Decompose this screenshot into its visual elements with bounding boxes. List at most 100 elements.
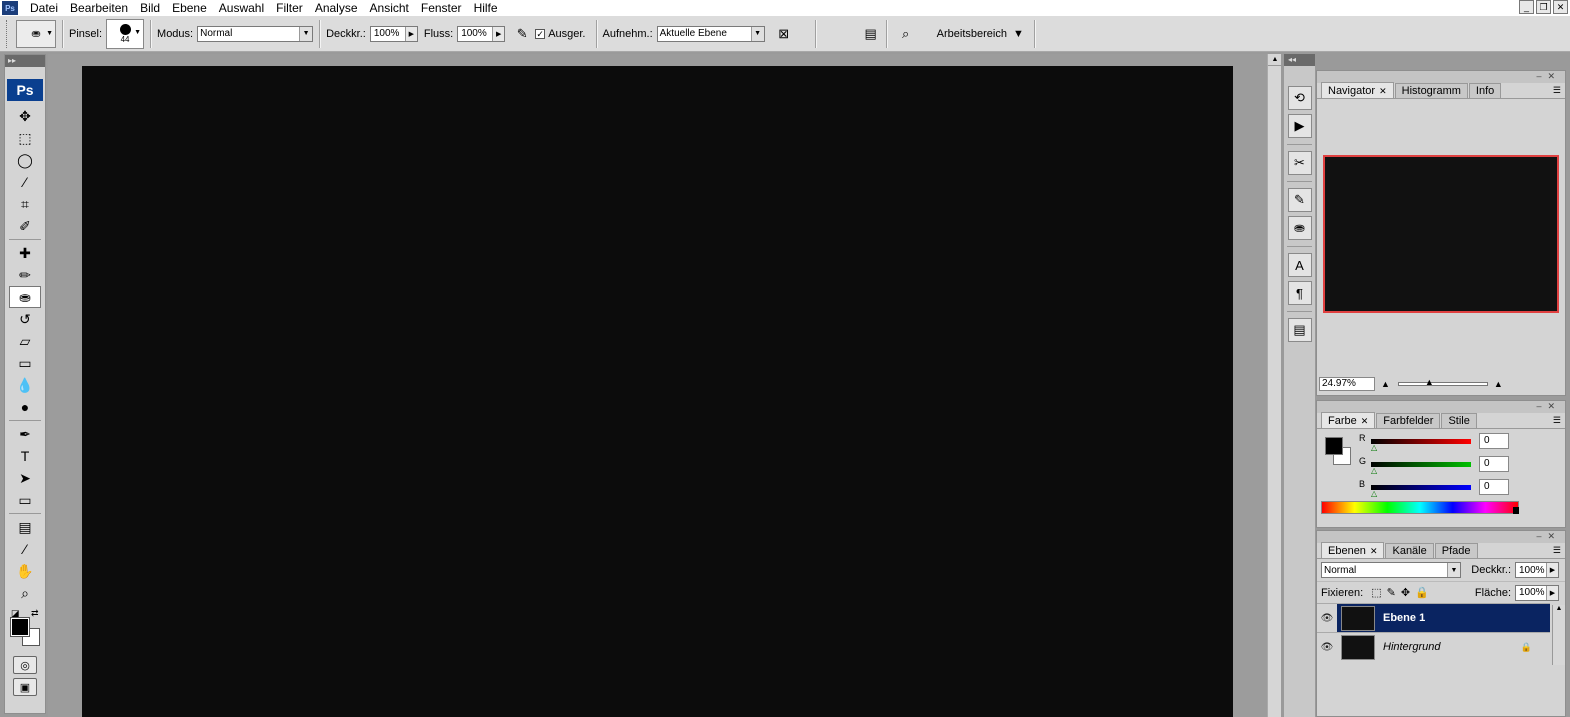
black-white-swatch[interactable] — [1513, 507, 1519, 514]
flow-field[interactable]: 100% ▶ — [457, 25, 506, 42]
paragraph-panel-icon[interactable]: ¶ — [1287, 281, 1312, 305]
dock-header[interactable]: ◂◂ — [1284, 54, 1315, 66]
slider-marker-icon[interactable]: △ — [1371, 489, 1377, 498]
green-input[interactable]: 0 — [1479, 456, 1509, 472]
screen-mode-icon[interactable]: ▣ — [13, 678, 37, 696]
tab-info[interactable]: Info — [1468, 83, 1502, 98]
panel-menu-icon[interactable]: ☰ — [1553, 545, 1561, 556]
red-input[interactable]: 0 — [1479, 433, 1509, 449]
opacity-stepper-icon[interactable]: ▶ — [404, 26, 417, 41]
type-tool-icon[interactable]: T — [9, 445, 41, 467]
panel-minimize-close-icon[interactable]: –✕ — [1536, 401, 1561, 412]
tab-pfade[interactable]: Pfade — [1434, 543, 1478, 558]
slice-tool-icon[interactable]: ✐ — [9, 215, 41, 237]
lock-transparency-icon[interactable]: ⬚ — [1371, 586, 1381, 599]
menu-datei[interactable]: Datei — [24, 1, 64, 15]
eyedropper-tool-icon[interactable]: ⁄ — [9, 538, 41, 560]
zoom-slider[interactable]: ▲ — [1397, 377, 1488, 387]
brush-picker[interactable]: 44 ▼ — [106, 18, 145, 49]
sample-select[interactable]: Aktuelle Ebene ▼ — [656, 25, 765, 42]
lock-position-icon[interactable]: ✥ — [1401, 586, 1410, 599]
crop-tool-icon[interactable]: ⌗ — [9, 193, 41, 215]
color-spectrum[interactable] — [1321, 501, 1519, 514]
notes-tool-icon[interactable]: ▤ — [9, 516, 41, 538]
tab-histogramm[interactable]: Histogramm — [1394, 83, 1468, 98]
menu-fenster[interactable]: Fenster — [415, 1, 468, 15]
quick-mask-icon[interactable]: ◎ — [13, 656, 37, 674]
menu-ebene[interactable]: Ebene — [166, 1, 213, 15]
aligned-checkbox[interactable]: ✓ — [535, 28, 546, 39]
zoom-tool-icon[interactable]: ⌕ — [9, 582, 41, 604]
menu-bearbeiten[interactable]: Bearbeiten — [64, 1, 134, 15]
scroll-up-icon[interactable]: ▲ — [1268, 54, 1282, 66]
flow-stepper-icon[interactable]: ▶ — [492, 26, 505, 41]
brush-tool-icon[interactable]: ✏ — [9, 264, 41, 286]
move-tool-icon[interactable]: ✥ — [9, 105, 41, 127]
slider-marker-icon[interactable]: △ — [1371, 443, 1377, 452]
restore-button[interactable]: ❐ — [1536, 0, 1551, 14]
marquee-tool-icon[interactable]: ⬚ — [9, 127, 41, 149]
lasso-tool-icon[interactable]: ◯ — [9, 149, 41, 171]
menu-filter[interactable]: Filter — [270, 1, 309, 15]
brushes-panel-icon[interactable]: ✎ — [1287, 188, 1312, 212]
tab-navigator[interactable]: Navigator ✕ — [1321, 82, 1394, 98]
tab-farbfelder[interactable]: Farbfelder — [1376, 413, 1441, 428]
photoshop-logo-icon[interactable]: Ps — [2, 1, 18, 15]
close-icon[interactable]: ✕ — [1361, 414, 1369, 428]
visibility-eye-icon[interactable]: 👁 — [1317, 642, 1337, 653]
zoom-out-icon[interactable]: ▲ — [1381, 379, 1390, 389]
path-selection-tool-icon[interactable]: ➤ — [9, 467, 41, 489]
blue-slider[interactable] — [1371, 485, 1471, 490]
menu-analyse[interactable]: Analyse — [309, 1, 364, 15]
close-icon[interactable]: ✕ — [1379, 84, 1387, 98]
vertical-scrollbar[interactable]: ▲ — [1267, 54, 1282, 717]
layers-scrollbar[interactable]: ▲ — [1552, 605, 1565, 665]
layer-opacity-field[interactable]: 100% ▶ — [1515, 562, 1559, 578]
lock-image-icon[interactable]: ✎ — [1387, 586, 1396, 599]
clone-source-panel-icon[interactable]: ⛂ — [1287, 216, 1312, 240]
magic-wand-tool-icon[interactable]: ⁄ — [9, 171, 41, 193]
healing-brush-tool-icon[interactable]: ✚ — [9, 242, 41, 264]
menu-bild[interactable]: Bild — [134, 1, 166, 15]
opacity-field[interactable]: 100% ▶ — [369, 25, 418, 42]
green-slider[interactable] — [1371, 462, 1471, 467]
lock-all-icon[interactable]: 🔒 — [1415, 586, 1429, 599]
layer-row[interactable]: 👁 Hintergrund 🔒 — [1317, 632, 1550, 661]
tool-preset-picker[interactable]: ⛂ ▼ — [16, 19, 56, 48]
blur-tool-icon[interactable]: 💧 — [9, 374, 41, 396]
swap-colors-icon[interactable]: ⇄ — [31, 608, 39, 619]
zoom-in-icon[interactable]: ▲ — [1494, 379, 1503, 389]
blue-input[interactable]: 0 — [1479, 479, 1509, 495]
eraser-tool-icon[interactable]: ▱ — [9, 330, 41, 352]
toolbox-header[interactable]: ▸▸ — [5, 55, 45, 67]
airbrush-icon[interactable]: ✎ — [513, 25, 531, 43]
document-canvas[interactable] — [82, 66, 1233, 717]
rectangle-tool-icon[interactable]: ▭ — [9, 489, 41, 511]
menu-auswahl[interactable]: Auswahl — [213, 1, 270, 15]
blend-mode-select[interactable]: Normal ▼ — [1321, 562, 1461, 578]
palette-well-icon[interactable]: ▤ — [862, 25, 880, 43]
tab-stile[interactable]: Stile — [1441, 413, 1477, 428]
photoshop-badge[interactable]: Ps — [7, 79, 43, 101]
foreground-color-swatch[interactable] — [10, 617, 30, 637]
character-panel-icon[interactable]: A — [1287, 253, 1312, 277]
panel-minimize-close-icon[interactable]: –✕ — [1536, 531, 1561, 542]
minimize-button[interactable]: _ — [1519, 0, 1534, 14]
red-slider[interactable] — [1371, 439, 1471, 444]
panel-menu-icon[interactable]: ☰ — [1553, 85, 1561, 96]
fill-field[interactable]: 100% ▶ — [1515, 584, 1559, 601]
history-brush-tool-icon[interactable]: ↺ — [9, 308, 41, 330]
close-icon[interactable]: ✕ — [1370, 544, 1378, 558]
zoom-input[interactable]: 24.97% — [1319, 377, 1375, 391]
navigator-preview[interactable] — [1323, 155, 1559, 313]
slider-marker-icon[interactable]: △ — [1371, 466, 1377, 475]
workspace-menu[interactable]: Arbeitsbereich ▼ — [937, 28, 1024, 40]
tab-farbe[interactable]: Farbe ✕ — [1321, 412, 1376, 428]
tab-ebenen[interactable]: Ebenen ✕ — [1321, 542, 1385, 558]
actions-panel-icon[interactable]: ▶ — [1287, 114, 1312, 138]
pen-tool-icon[interactable]: ✒ — [9, 423, 41, 445]
menu-ansicht[interactable]: Ansicht — [364, 1, 415, 15]
bridge-icon[interactable]: ⌕ — [897, 25, 915, 43]
slider-thumb-icon[interactable]: ▲ — [1425, 377, 1434, 387]
layer-row[interactable]: 👁 Ebene 1 — [1317, 603, 1550, 633]
